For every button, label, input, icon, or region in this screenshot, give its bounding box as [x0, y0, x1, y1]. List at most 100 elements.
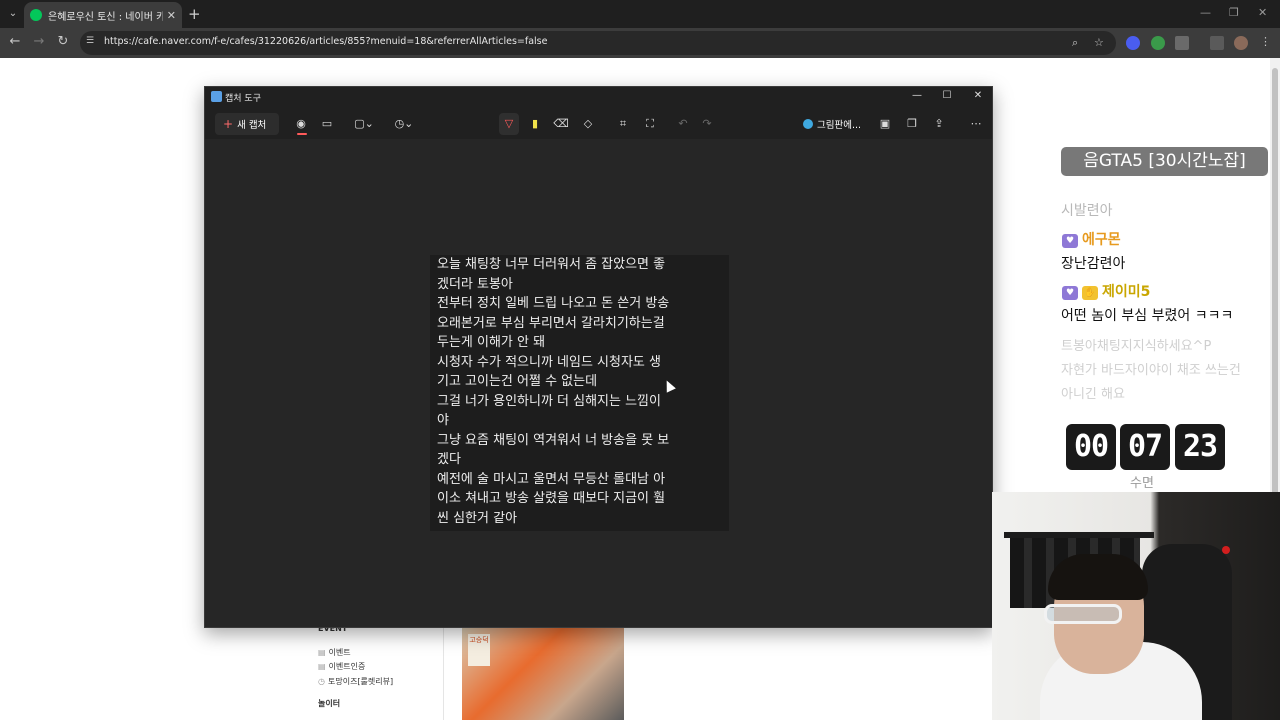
overlay-chat-fading: 자현가 바드자이야이 채조 쓰는건 [1061, 363, 1241, 378]
new-tab-button[interactable]: + [188, 5, 201, 23]
open-in-paint-button[interactable]: 그림판에... [803, 117, 861, 131]
overlay-chat-username: ♥ ✋ 제이미5 [1062, 281, 1151, 300]
highlighter-icon[interactable]: ▮ [527, 117, 543, 131]
more-options-icon[interactable]: ⋯ [968, 117, 984, 131]
captured-chat-line: 오늘 채팅창 너무 더러워서 좀 잡았으면 좋 [437, 257, 666, 272]
captured-chat-line: 오래본거로 부심 부리면서 갈라치기하는걸 [437, 315, 665, 331]
reading-list-icon[interactable] [1210, 36, 1224, 50]
overlay-chat-fading: 트봉아채팅지지식하세요^P [1061, 339, 1212, 354]
overlay-chat-username: ♥ 에구몬 [1062, 229, 1121, 248]
stream-title: 음GTA5 [30시간노잡] [1061, 147, 1268, 176]
browser-tab-strip: ⌄ 은혜로우신 토신 : 네이버 카페 ✕ + — ❐ ✕ [0, 0, 1280, 28]
overlay-chat-message: 어떤 놈이 부심 부렸어 ㅋㅋㅋ [1061, 308, 1234, 324]
new-capture-button[interactable]: + 새 캡처 [215, 113, 279, 135]
timer-minutes: 07 [1120, 424, 1170, 470]
snipping-tool-window: 캡처 도구 — ☐ ✕ + 새 캡처 ◉ ▭ ▢⌄ ◷⌄ ▽ ▮ ⌫ ◇ ⌗ ⛶ … [204, 86, 993, 628]
captured-chat-line: 겠다 [437, 452, 461, 467]
timer-seconds: 23 [1175, 424, 1225, 470]
tab-search-icon[interactable]: ⌄ [4, 6, 22, 22]
back-icon[interactable]: ← [6, 34, 24, 49]
snipping-tool-titlebar[interactable]: 캡처 도구 — ☐ ✕ [205, 87, 992, 107]
reload-icon[interactable]: ↻ [54, 34, 72, 49]
board-icon: ◷ [318, 677, 325, 686]
capture-canvas[interactable]: 오늘 채팅창 너무 더러워서 좀 잡았으면 좋 겠더라 토봉아 전부터 정치 일… [205, 139, 992, 627]
menu-section-title[interactable]: 놀이터 [318, 698, 340, 709]
browser-close-icon[interactable]: ✕ [1258, 6, 1267, 19]
timer-label: 수면 [1130, 476, 1154, 491]
save-icon[interactable]: ▣ [877, 117, 893, 131]
naver-cafe-favicon-icon [30, 9, 42, 21]
heart-badge-icon: ♥ [1062, 286, 1078, 300]
captured-chat-line: 기고 고이는건 어쩔 수 없는데 [437, 374, 598, 389]
overlay-chat-message: 장난감련아 [1061, 256, 1126, 272]
shapes-icon[interactable]: ◇ [580, 117, 596, 131]
address-bar[interactable]: ☰ https://cafe.naver.com/f-e/cafes/31220… [80, 31, 1116, 55]
browser-toolbar: ← → ↻ ☰ https://cafe.naver.com/f-e/cafes… [0, 28, 1280, 58]
zoom-icon[interactable]: ⌕ [1072, 36, 1078, 50]
captured-chat-line: 야 [437, 413, 449, 428]
captured-chat-image: 오늘 채팅창 너무 더러워서 좀 잡았으면 좋 겠더라 토봉아 전부터 정치 일… [430, 255, 729, 531]
menu-item-roulette[interactable]: ◷ 토망이즈[룰렛리뷰] [318, 676, 393, 687]
overlay-chat-fading: 아니긴 해요 [1061, 387, 1125, 402]
bookmark-star-icon[interactable]: ☆ [1094, 36, 1104, 49]
close-icon[interactable]: ✕ [970, 90, 986, 101]
menu-item-event-proof[interactable]: ▤ 이벤트인증 [318, 661, 365, 672]
heart-badge-icon: ♥ [1062, 234, 1078, 248]
url-text[interactable]: https://cafe.naver.com/f-e/cafes/3122062… [104, 36, 547, 47]
browser-minimize-icon[interactable]: — [1200, 6, 1211, 19]
tab-title: 은혜로우신 토신 : 네이버 카페 [48, 11, 163, 23]
redo-icon[interactable]: ↷ [699, 117, 715, 131]
captured-chat-line: 씬 심한거 같아 [437, 510, 518, 526]
delay-timer-dropdown-icon[interactable]: ◷⌄ [393, 117, 415, 131]
more-menu-icon[interactable]: ⋮ [1260, 35, 1271, 48]
captured-chat-line: 두는게 이해가 안 돼 [437, 335, 546, 350]
captured-chat-line: 시청자 수가 적으니까 네임드 시청자도 생 [437, 354, 661, 370]
video-mode-icon[interactable]: ▭ [319, 117, 335, 131]
share-icon[interactable]: ⇪ [931, 117, 947, 131]
crop-icon[interactable]: ⌗ [615, 117, 631, 131]
red-light [1222, 546, 1230, 554]
screen: ⌄ 은혜로우신 토신 : 네이버 카페 ✕ + — ❐ ✕ ← → ↻ ☰ ht… [0, 0, 1280, 720]
streamer-hair [1048, 554, 1148, 600]
timer-hours: 00 [1066, 424, 1116, 470]
extension-icon[interactable] [1126, 36, 1140, 50]
cafe-side-menu: EVENT ▤ 이벤트 ▤ 이벤트인증 ◷ 토망이즈[룰렛리뷰] 놀이터 [310, 620, 444, 720]
snip-shape-dropdown-icon[interactable]: ▢⌄ [353, 117, 375, 131]
eraser-icon[interactable]: ⌫ [553, 117, 569, 131]
text-actions-icon[interactable]: ⛶ [642, 117, 658, 131]
maximize-icon[interactable]: ☐ [939, 90, 955, 101]
window-title: 캡처 도구 [225, 94, 261, 104]
captured-chat-line: 겠더라 토봉아 [437, 276, 513, 292]
menu-item-label: 이벤트 [328, 648, 351, 657]
ballpoint-pen-icon[interactable]: ▽ [501, 117, 517, 131]
forward-icon[interactable]: → [30, 34, 48, 49]
extension-icon[interactable] [1151, 36, 1165, 50]
menu-item-label: 이벤트인증 [328, 662, 366, 671]
hand-badge-icon: ✋ [1082, 286, 1098, 300]
captured-chat-line: 예전에 술 마시고 울면서 무등산 롤대남 아 [437, 471, 666, 487]
browser-tab[interactable]: 은혜로우신 토신 : 네이버 카페 ✕ [24, 2, 182, 28]
open-in-paint-label: 그림판에... [817, 120, 862, 131]
board-icon: ▤ [318, 648, 326, 657]
paint-icon [803, 119, 813, 129]
new-capture-label: 새 캡처 [237, 120, 267, 131]
extensions-puzzle-icon[interactable] [1175, 36, 1189, 50]
snipping-tool-toolbar: + 새 캡처 ◉ ▭ ▢⌄ ◷⌄ ▽ ▮ ⌫ ◇ ⌗ ⛶ ↶ ↷ 그림판에... … [205, 109, 992, 139]
browser-maximize-icon[interactable]: ❐ [1229, 6, 1239, 19]
captured-chat-line: 그냥 요즘 채팅이 역겨워서 너 방송을 못 보 [437, 432, 670, 448]
plus-icon: + [223, 117, 234, 131]
undo-icon[interactable]: ↶ [675, 117, 691, 131]
username: 제이미5 [1102, 284, 1151, 300]
profile-avatar[interactable] [1234, 36, 1248, 50]
menu-item-event[interactable]: ▤ 이벤트 [318, 647, 351, 658]
site-info-icon[interactable]: ☰ [86, 36, 98, 48]
board-icon: ▤ [318, 662, 326, 671]
screenshot-mode-icon[interactable]: ◉ [293, 117, 309, 131]
post-image: 고승덕 [462, 628, 624, 720]
minimize-icon[interactable]: — [909, 90, 925, 101]
copy-icon[interactable]: ❐ [904, 117, 920, 131]
tab-close-icon[interactable]: ✕ [167, 9, 176, 22]
webcam-feed [992, 492, 1280, 720]
captured-chat-line: 그걸 너가 용인하니까 더 심해지는 느낌이 [437, 393, 661, 409]
captured-chat-line: 전부터 정치 일베 드립 나오고 돈 쓴거 방송 [437, 296, 670, 311]
